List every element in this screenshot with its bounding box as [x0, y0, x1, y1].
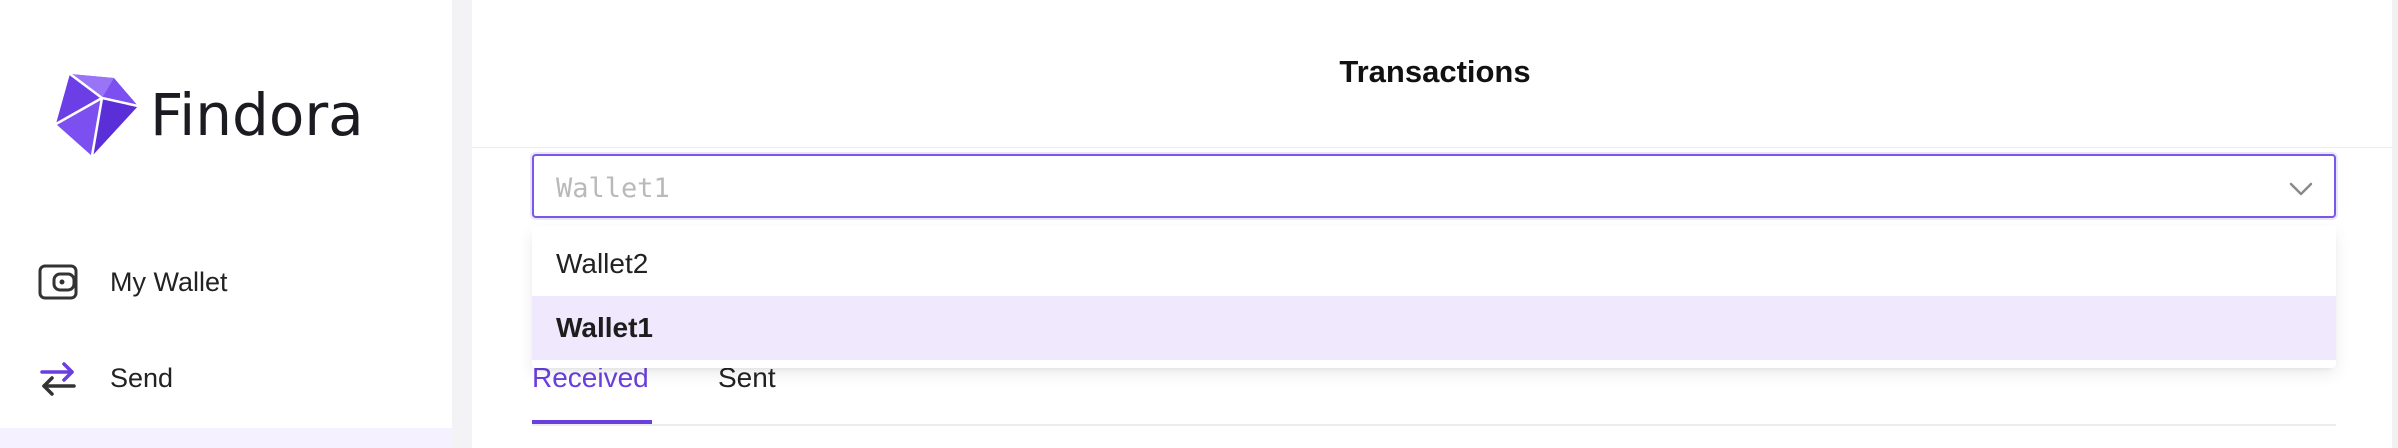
dropdown-option-wallet1[interactable]: Wallet1	[532, 296, 2336, 360]
findora-logo-icon	[52, 72, 140, 158]
sidebar-item-my-wallet[interactable]: My Wallet	[38, 252, 228, 312]
scrollbar-track[interactable]	[2392, 0, 2398, 448]
wallet-icon	[38, 262, 78, 302]
brand-name: Findora	[150, 81, 364, 149]
page-title: Transactions	[1339, 54, 1531, 89]
sidebar-item-label: My Wallet	[110, 266, 228, 297]
main-content: Transactions Wallet1 Received Sent Walle…	[472, 0, 2398, 448]
brand-logo[interactable]: Findora	[52, 72, 364, 158]
wallet-select-value: Wallet1	[556, 173, 670, 204]
page-header: Transactions	[472, 0, 2398, 148]
app-root: Findora My Wallet Send Transactions Wall…	[0, 0, 2398, 448]
sidebar-item-label: Send	[110, 362, 174, 393]
dropdown-option-wallet2[interactable]: Wallet2	[532, 232, 2336, 296]
sidebar-next-item-highlight[interactable]	[0, 428, 452, 448]
sidebar-item-send[interactable]: Send	[38, 348, 173, 408]
wallet-select[interactable]: Wallet1	[532, 154, 2336, 218]
chevron-down-icon[interactable]	[2288, 176, 2314, 200]
sidebar-divider	[452, 0, 472, 448]
wallet-dropdown-menu: Wallet2 Wallet1	[532, 226, 2336, 368]
active-tab-indicator	[532, 420, 652, 424]
transfer-arrows-icon	[38, 358, 78, 398]
sidebar: Findora My Wallet Send	[0, 0, 452, 448]
